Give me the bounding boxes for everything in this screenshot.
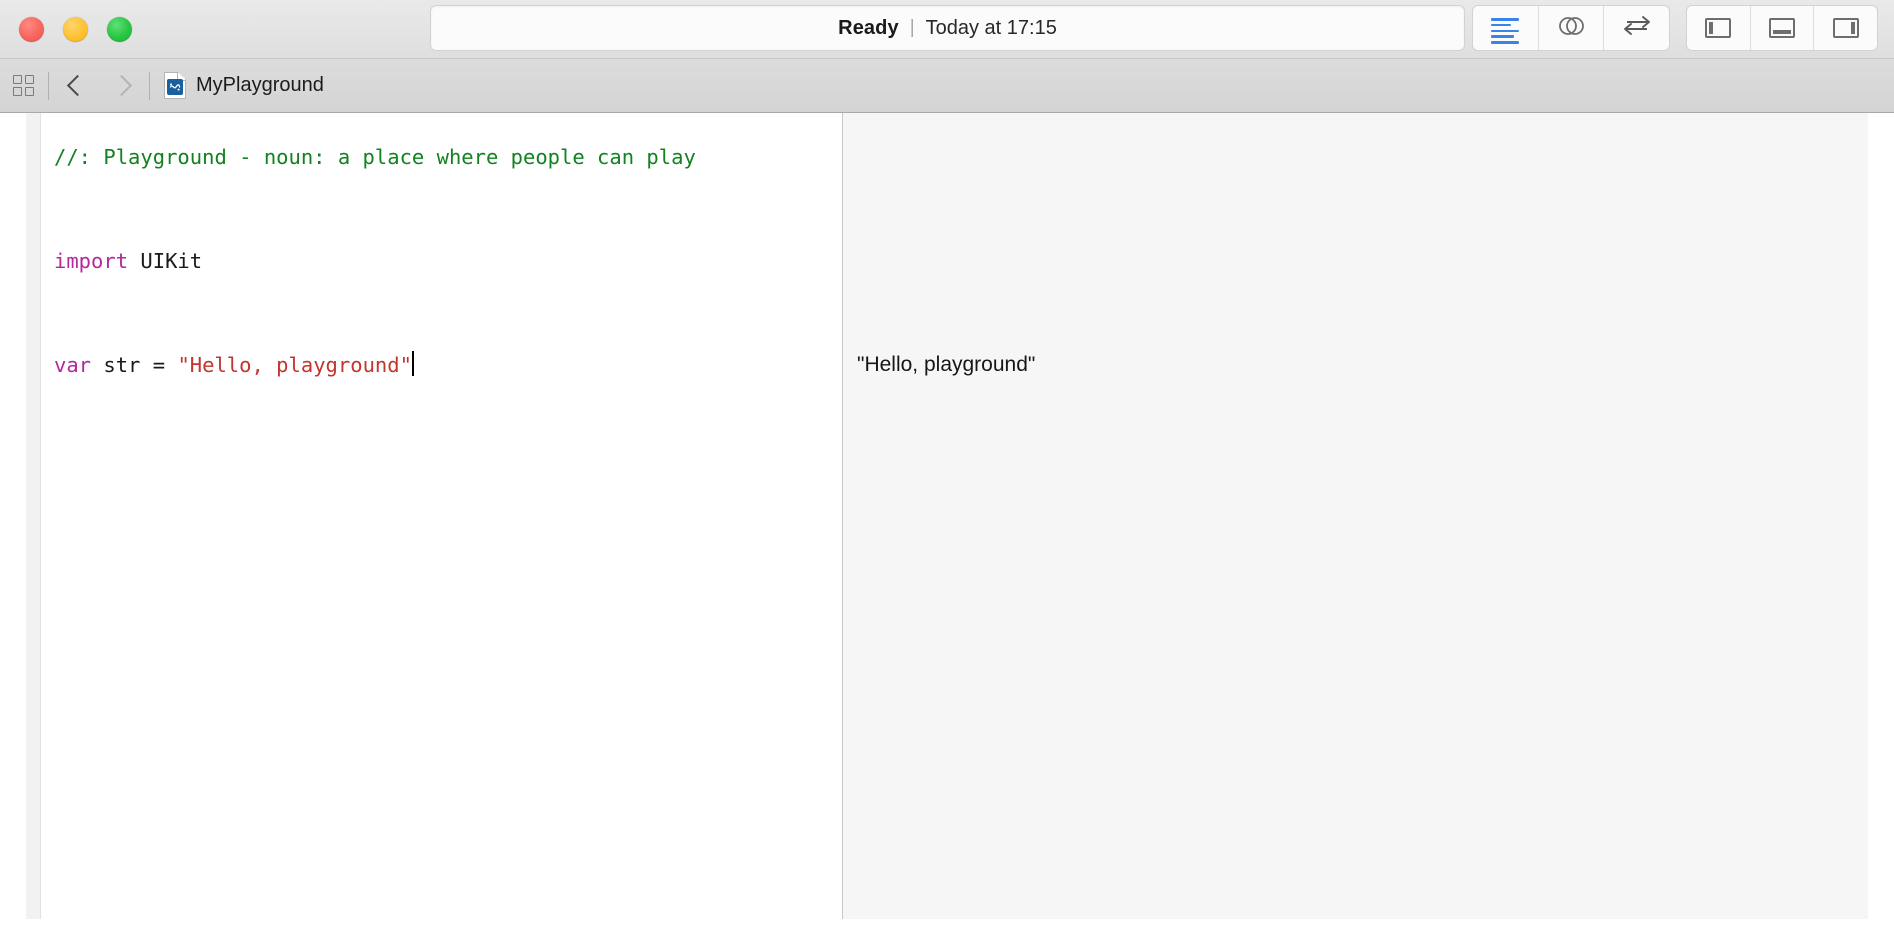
xcode-window: Ready | Today at 17:15 MyPlayground //: … [0,0,1894,926]
chevron-right-icon [110,74,132,97]
source-code-text[interactable]: //: Playground - noun: a place where peo… [41,113,842,919]
zoom-window-button[interactable] [107,16,132,42]
navigator-panel-icon [1705,18,1732,38]
code-token-comment: //: Playground - noun: a place where peo… [54,145,696,169]
related-items-button[interactable] [0,75,46,96]
status-state-label: Ready [838,16,899,39]
code-token-keyword: import [54,249,129,273]
text-cursor [411,351,414,376]
editor-mode-button-group [1472,5,1670,51]
close-window-button[interactable] [19,16,44,42]
panel-toggle-button-group [1686,5,1878,51]
code-line: import UIKit [54,235,842,287]
version-editor-icon [1621,15,1653,42]
jump-bar-divider-1 [48,71,49,100]
status-timestamp-label: Today at 17:15 [925,16,1057,39]
result-value[interactable]: "Hello, playground" [857,339,1868,391]
status-separator: | [909,17,915,38]
code-line: //: Playground - noun: a place where peo… [54,131,842,183]
source-editor-pane[interactable]: //: Playground - noun: a place where peo… [26,113,843,919]
playground-file-icon [164,72,186,99]
toggle-debug-area-button[interactable] [1751,6,1815,50]
standard-editor-button[interactable] [1473,6,1539,50]
toggle-navigator-button[interactable] [1687,6,1751,50]
result-blank-line [857,131,1868,183]
assistant-editor-icon [1555,14,1587,43]
toggle-utilities-button[interactable] [1814,6,1877,50]
code-token-plain: UIKit [128,249,203,273]
breadcrumb[interactable]: MyPlayground [152,72,324,99]
editor-gutter [26,113,41,919]
grid-icon [12,75,34,96]
traffic-light-controls [0,16,132,42]
standard-editor-icon [1491,18,1520,44]
utilities-panel-icon [1832,18,1859,38]
chevron-left-icon [66,74,88,97]
code-token-keyword: var [54,353,92,377]
version-editor-button[interactable] [1604,6,1669,50]
result-blank-line [857,183,1868,235]
code-token-string: "Hello, playground" [177,353,412,377]
navigate-forward-button[interactable] [99,74,147,97]
jump-bar: MyPlayground [0,59,1894,113]
jump-bar-divider-2 [149,71,150,100]
activity-status-field[interactable]: Ready | Today at 17:15 [430,5,1465,51]
debug-panel-icon [1769,18,1795,38]
results-sidebar-pane[interactable]: "Hello, playground" [843,113,1868,919]
minimize-window-button[interactable] [63,16,88,42]
navigate-back-button[interactable] [51,74,99,97]
breadcrumb-label: MyPlayground [196,74,324,96]
code-token-plain: str = [91,353,178,377]
assistant-editor-button[interactable] [1539,6,1605,50]
code-line: var str = "Hello, playground" [54,339,842,391]
result-blank-line [857,235,1868,287]
result-blank-line [857,287,1868,339]
editor-area: //: Playground - noun: a place where peo… [0,113,1894,926]
window-toolbar: Ready | Today at 17:15 [0,0,1894,59]
